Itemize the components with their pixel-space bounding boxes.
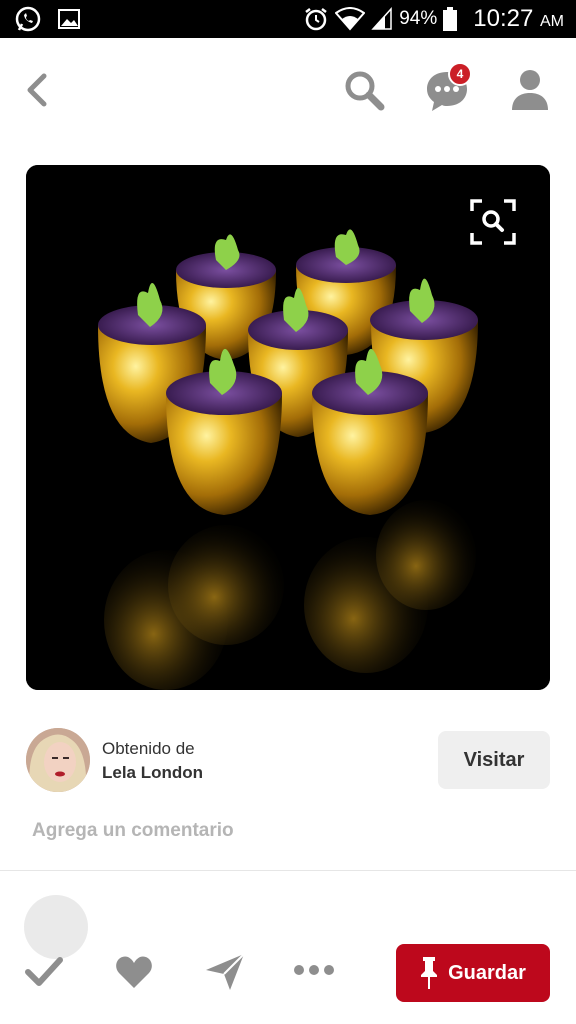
battery-icon (443, 7, 458, 31)
source-info: Obtenido de Lela London (102, 739, 203, 783)
divider (0, 870, 576, 871)
add-comment-input[interactable]: Agrega un comentario (32, 820, 234, 842)
gallery-icon (58, 9, 80, 29)
check-icon[interactable] (24, 952, 64, 992)
signal-icon (371, 7, 392, 30)
action-bar: Guardar (0, 940, 576, 1010)
top-nav (0, 38, 576, 148)
avatar[interactable] (26, 728, 90, 792)
back-icon[interactable] (20, 70, 52, 110)
source-name[interactable]: Lela London (102, 763, 203, 783)
more-icon[interactable] (292, 958, 336, 982)
alarm-icon (305, 8, 327, 31)
source-label: Obtenido de (102, 739, 195, 758)
visit-button[interactable]: Visitar (438, 731, 550, 789)
battery-percent: 94% (399, 8, 438, 29)
visual-search-icon[interactable] (470, 199, 516, 245)
notification-badge: 4 (448, 62, 472, 86)
heart-icon[interactable] (114, 952, 154, 992)
clock: 10:27 AM (473, 5, 564, 32)
profile-icon[interactable] (510, 68, 550, 112)
save-label: Guardar (448, 961, 526, 984)
save-button[interactable]: Guardar (396, 944, 550, 1002)
wifi-icon (335, 7, 366, 31)
search-icon[interactable] (342, 68, 386, 112)
pin-icon (421, 957, 438, 989)
avatar-image (26, 728, 90, 792)
whatsapp-icon (15, 6, 41, 32)
status-bar: 94% 10:27 AM (0, 0, 576, 38)
send-icon[interactable] (204, 950, 246, 992)
pin-image[interactable] (26, 165, 550, 690)
